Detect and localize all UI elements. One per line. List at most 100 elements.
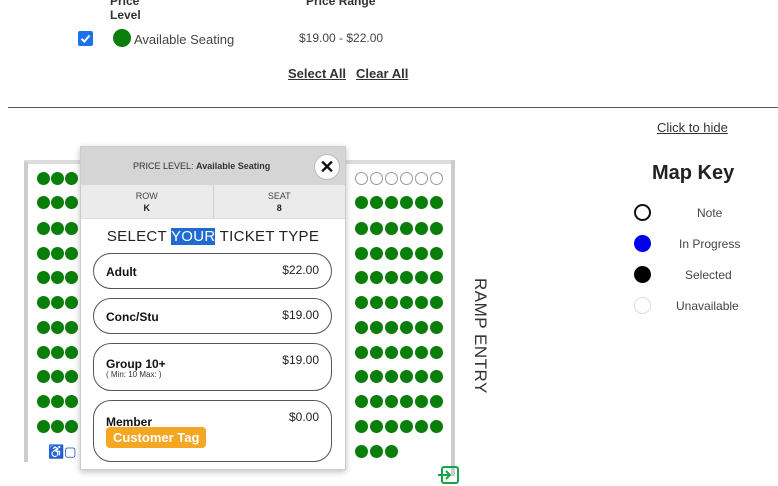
available-seat[interactable]	[370, 271, 383, 284]
clear-all-link[interactable]: Clear All	[356, 66, 408, 81]
available-seat[interactable]	[355, 420, 368, 433]
available-seat[interactable]	[37, 321, 50, 334]
available-seat[interactable]	[355, 296, 368, 309]
available-seat[interactable]	[430, 395, 443, 408]
available-seat[interactable]	[400, 420, 413, 433]
available-seat[interactable]	[51, 321, 64, 334]
available-seat[interactable]	[355, 346, 368, 359]
available-seat[interactable]	[400, 222, 413, 235]
available-seat[interactable]	[37, 196, 50, 209]
available-seat[interactable]	[37, 420, 50, 433]
available-seat[interactable]	[65, 222, 78, 235]
available-seat[interactable]	[370, 445, 383, 458]
available-seat[interactable]	[37, 346, 50, 359]
available-seat[interactable]	[415, 222, 428, 235]
available-seat[interactable]	[51, 247, 64, 260]
available-seat[interactable]	[355, 247, 368, 260]
available-seat[interactable]	[400, 346, 413, 359]
available-seat[interactable]	[51, 271, 64, 284]
available-seat[interactable]	[370, 247, 383, 260]
available-seat[interactable]	[430, 296, 443, 309]
available-seat[interactable]	[400, 395, 413, 408]
ticket-type-adult[interactable]: Adult $22.00	[93, 253, 332, 289]
available-seat[interactable]	[51, 296, 64, 309]
available-seat[interactable]	[415, 321, 428, 334]
available-seat[interactable]	[385, 271, 398, 284]
available-seat[interactable]	[430, 370, 443, 383]
available-seat[interactable]	[355, 445, 368, 458]
available-seat[interactable]	[51, 420, 64, 433]
accessible-seat-icons[interactable]: ♿▢	[48, 444, 76, 460]
available-seat[interactable]	[400, 196, 413, 209]
close-button[interactable]: ✕	[314, 154, 340, 180]
available-seat[interactable]	[385, 196, 398, 209]
available-seat[interactable]	[415, 346, 428, 359]
available-seat[interactable]	[51, 370, 64, 383]
available-seat[interactable]	[385, 247, 398, 260]
available-seat[interactable]	[37, 296, 50, 309]
ticket-type-member[interactable]: Member $0.00 Customer Tag	[93, 400, 332, 462]
available-seat[interactable]	[400, 321, 413, 334]
available-seat[interactable]	[385, 346, 398, 359]
price-level-filter-row[interactable]: Available Seating $19.00 - $22.00	[78, 29, 418, 47]
available-seat[interactable]	[355, 271, 368, 284]
available-seat[interactable]	[355, 222, 368, 235]
available-seat[interactable]	[385, 445, 398, 458]
available-seat[interactable]	[51, 172, 64, 185]
available-seat[interactable]	[65, 172, 78, 185]
available-seat[interactable]	[415, 271, 428, 284]
available-seat[interactable]	[370, 370, 383, 383]
available-seat[interactable]	[370, 395, 383, 408]
available-seat[interactable]	[415, 196, 428, 209]
available-seat[interactable]	[37, 395, 50, 408]
available-seat[interactable]	[37, 222, 50, 235]
available-seat[interactable]	[385, 420, 398, 433]
available-seat[interactable]	[400, 296, 413, 309]
available-seat[interactable]	[385, 222, 398, 235]
available-seat[interactable]	[415, 395, 428, 408]
available-seat[interactable]	[415, 370, 428, 383]
available-seat[interactable]	[400, 370, 413, 383]
available-seat[interactable]	[430, 271, 443, 284]
available-seat[interactable]	[370, 346, 383, 359]
ticket-type-conc-stu[interactable]: Conc/Stu $19.00	[93, 298, 332, 334]
available-seat[interactable]	[430, 321, 443, 334]
available-seat[interactable]	[415, 247, 428, 260]
available-seat[interactable]	[370, 222, 383, 235]
available-seat[interactable]	[430, 420, 443, 433]
available-seat[interactable]	[65, 247, 78, 260]
available-seat[interactable]	[65, 196, 78, 209]
available-seat[interactable]	[37, 172, 50, 185]
available-seat[interactable]	[65, 321, 78, 334]
available-seat[interactable]	[385, 321, 398, 334]
available-seat[interactable]	[430, 346, 443, 359]
available-seat[interactable]	[430, 247, 443, 260]
available-seat[interactable]	[65, 395, 78, 408]
select-all-link[interactable]: Select All	[288, 66, 346, 81]
available-seat[interactable]	[355, 196, 368, 209]
available-seat[interactable]	[51, 395, 64, 408]
available-seat[interactable]	[370, 321, 383, 334]
available-seat[interactable]	[355, 370, 368, 383]
customer-tag-badge[interactable]: Customer Tag	[106, 427, 207, 448]
ticket-type-group[interactable]: Group 10+ ( Min: 10 Max: ) $19.00	[93, 343, 332, 391]
available-seat[interactable]	[37, 247, 50, 260]
available-seat[interactable]	[400, 247, 413, 260]
available-seat[interactable]	[51, 222, 64, 235]
available-seat[interactable]	[430, 196, 443, 209]
available-seat[interactable]	[370, 296, 383, 309]
available-seat[interactable]	[385, 395, 398, 408]
available-seat[interactable]	[65, 271, 78, 284]
available-seat[interactable]	[415, 296, 428, 309]
available-seat[interactable]	[65, 296, 78, 309]
available-seat[interactable]	[51, 196, 64, 209]
hide-map-key-link[interactable]: Click to hide	[657, 120, 728, 135]
available-seat[interactable]	[415, 420, 428, 433]
available-seat[interactable]	[65, 370, 78, 383]
available-seat[interactable]	[51, 346, 64, 359]
available-seat[interactable]	[385, 296, 398, 309]
available-seat[interactable]	[65, 420, 78, 433]
available-seat[interactable]	[385, 370, 398, 383]
available-seat[interactable]	[355, 321, 368, 334]
available-seat[interactable]	[400, 271, 413, 284]
